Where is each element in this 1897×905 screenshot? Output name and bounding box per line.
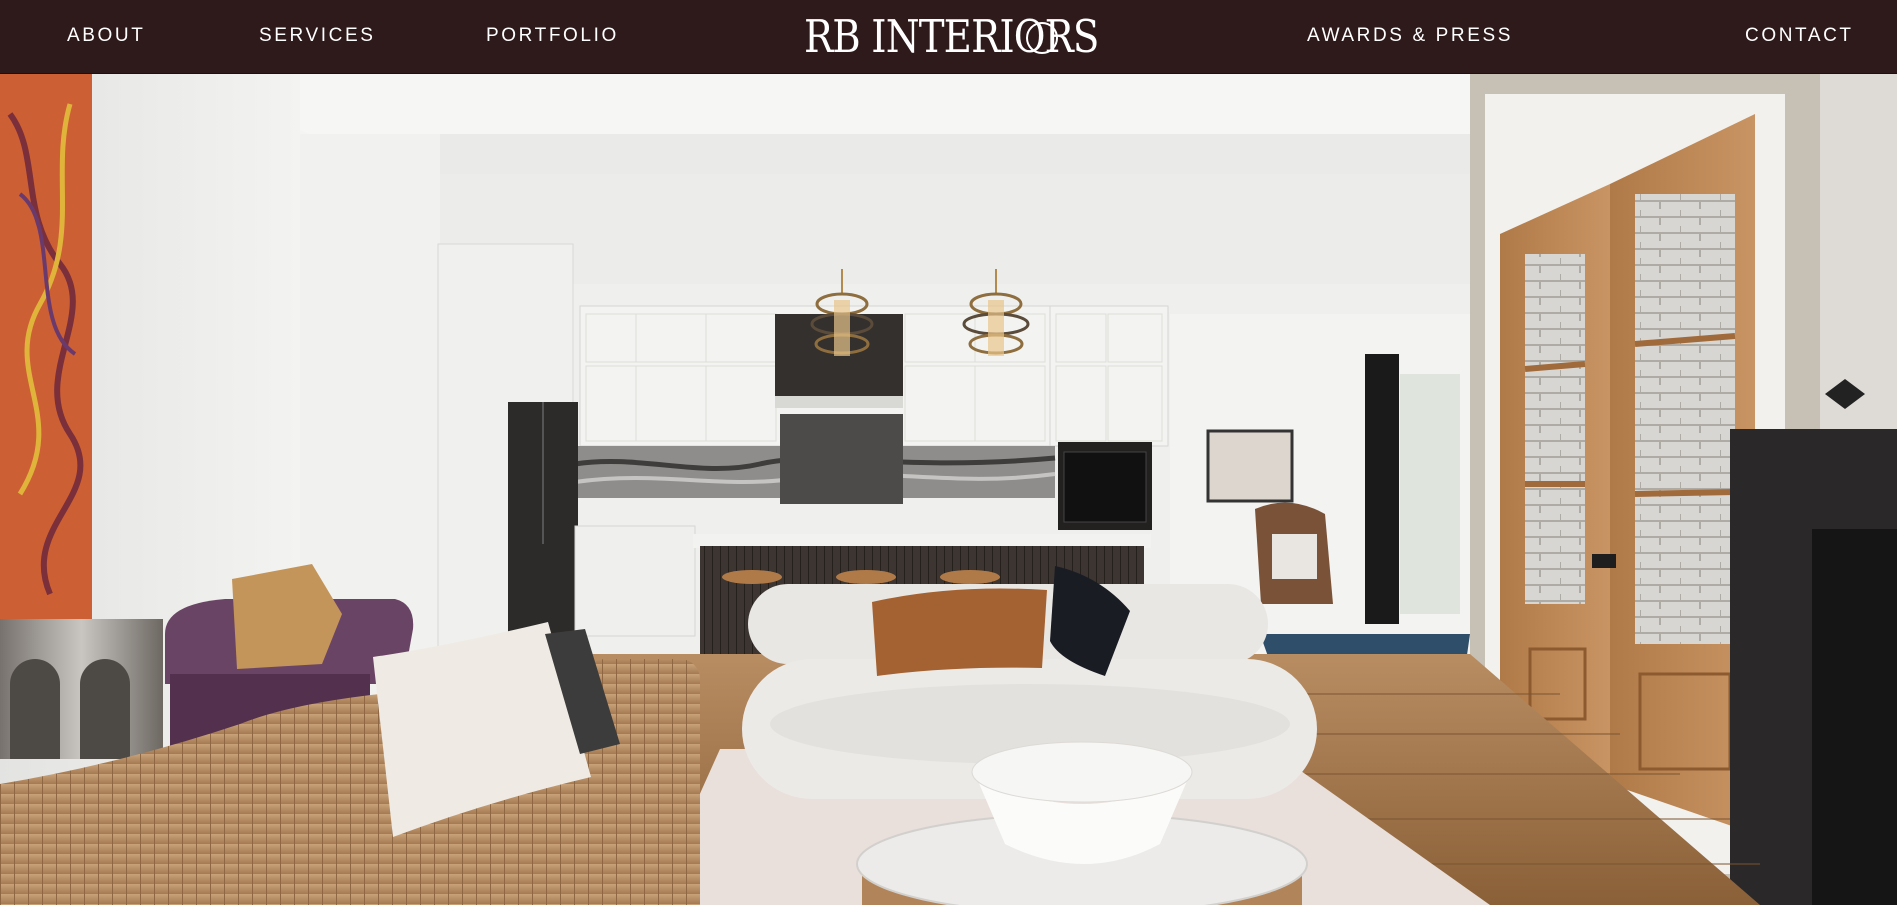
nav-link-contact[interactable]: CONTACT xyxy=(1745,24,1854,48)
living-room-photo xyxy=(0,74,1897,905)
logo-established-seal xyxy=(1024,20,1060,56)
nav-link-about[interactable]: ABOUT xyxy=(67,24,145,48)
nav-link-portfolio[interactable]: PORTFOLIO xyxy=(486,24,619,48)
rb-interiors-logo[interactable]: RB INTERIORS xyxy=(804,12,1147,62)
website: ABOUT SERVICES PORTFOLIO RB INTERIORS AW… xyxy=(0,0,1897,905)
nav-link-awards-press[interactable]: AWARDS & PRESS xyxy=(1307,24,1513,48)
nav-link-services[interactable]: SERVICES xyxy=(259,24,376,48)
top-navigation-bar: ABOUT SERVICES PORTFOLIO RB INTERIORS AW… xyxy=(0,0,1897,74)
abstract-painting xyxy=(0,74,92,619)
seal-ring-icon xyxy=(1026,22,1058,54)
hero-image xyxy=(0,74,1897,905)
